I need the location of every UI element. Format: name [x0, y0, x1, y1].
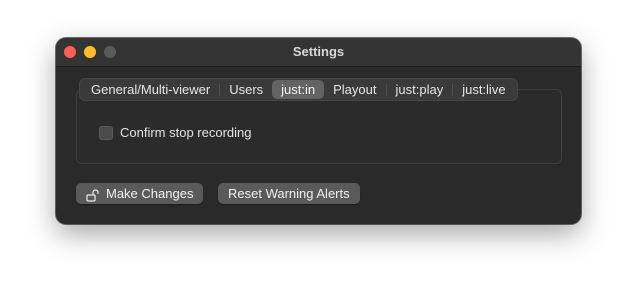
confirm-stop-recording-label: Confirm stop recording [120, 125, 252, 140]
make-changes-label: Make Changes [106, 186, 194, 201]
reset-warning-alerts-label: Reset Warning Alerts [228, 186, 350, 201]
unlocked-padlock-icon [86, 187, 100, 202]
make-changes-button[interactable]: Make Changes [76, 183, 204, 204]
tab-general-multi-viewer[interactable]: General/Multi-viewer [82, 80, 219, 99]
window-title: Settings [292, 44, 345, 59]
tab-playout[interactable]: Playout [324, 80, 385, 99]
title-bar: Settings [56, 38, 581, 67]
settings-window: Settings General/Multi-viewer Users just… [56, 38, 581, 224]
tab-users[interactable]: Users [220, 80, 272, 99]
tab-just-play[interactable]: just:play [387, 80, 453, 99]
reset-warning-alerts-button[interactable]: Reset Warning Alerts [218, 183, 360, 204]
tab-bar: General/Multi-viewer Users just:in Playo… [79, 78, 518, 101]
tab-just-in[interactable]: just:in [272, 80, 325, 99]
confirm-stop-recording-option[interactable]: Confirm stop recording [99, 125, 252, 140]
confirm-stop-recording-checkbox[interactable] [99, 125, 113, 140]
tab-just-live[interactable]: just:live [453, 80, 514, 99]
